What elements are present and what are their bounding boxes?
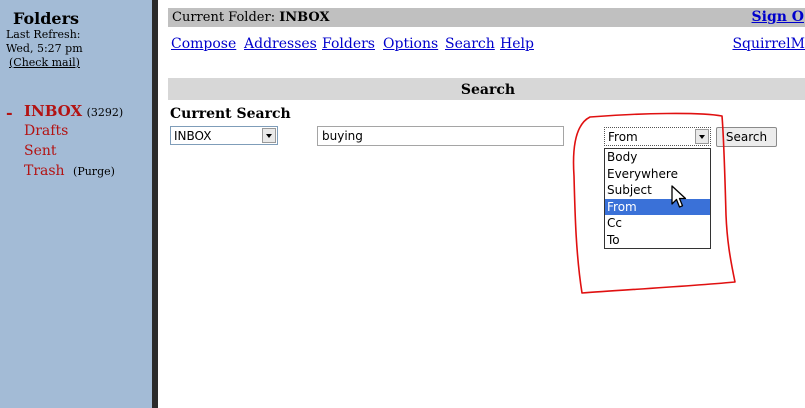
field-select-arrow[interactable]: [695, 129, 709, 144]
folder-select-value: INBOX: [174, 129, 212, 143]
option-from[interactable]: From: [605, 198, 710, 215]
search-query-value: buying: [322, 129, 363, 143]
last-refresh-time: Wed, 5:27 pm: [6, 42, 83, 55]
field-dropdown-list[interactable]: Body Everywhere Subject From Cc To: [604, 148, 711, 249]
folder-inbox-label[interactable]: INBOX: [24, 102, 82, 120]
sidebar-divider: [152, 0, 158, 408]
nav-search[interactable]: Search: [445, 36, 495, 52]
option-to[interactable]: To: [605, 232, 710, 249]
search-header-title: Search: [460, 82, 516, 98]
chevron-down-icon: [266, 133, 272, 138]
squirrelmail-link[interactable]: SquirrelM: [732, 36, 805, 52]
option-subject[interactable]: Subject: [605, 182, 710, 199]
field-select-value: From: [608, 130, 638, 144]
purge-link[interactable]: (Purge): [73, 165, 115, 178]
search-button[interactable]: Search: [716, 127, 777, 147]
folder-inbox-count: (3292): [86, 106, 124, 119]
search-query-input[interactable]: buying: [317, 126, 564, 146]
folder-trash-label[interactable]: Trash: [24, 163, 65, 179]
current-folder-text: Current Folder: INBOX: [172, 10, 330, 25]
folder-select-arrow[interactable]: [262, 128, 276, 143]
nav-folders[interactable]: Folders: [322, 36, 375, 52]
search-section-header: Search: [168, 78, 805, 100]
nav-compose[interactable]: Compose: [171, 36, 236, 52]
nav-addresses[interactable]: Addresses: [244, 36, 317, 52]
folder-sidebar: Folders Last Refresh: Wed, 5:27 pm (Chec…: [0, 0, 152, 408]
current-folder-bar: Current Folder: INBOX Sign O: [168, 8, 805, 27]
current-folder-name: INBOX: [279, 10, 330, 25]
folder-trash[interactable]: Trash (Purge): [24, 163, 115, 179]
mouse-pointer-icon: [671, 185, 687, 208]
last-refresh-label: Last Refresh:: [6, 28, 81, 41]
current-search-label: Current Search: [170, 106, 291, 122]
folder-sent[interactable]: Sent: [24, 143, 57, 159]
nav-help[interactable]: Help: [500, 36, 534, 52]
chevron-down-icon: [699, 134, 705, 139]
folder-select[interactable]: INBOX: [170, 126, 278, 145]
sign-out-link[interactable]: Sign O: [752, 9, 804, 25]
nav-options[interactable]: Options: [383, 36, 438, 52]
field-select[interactable]: From: [604, 127, 711, 146]
option-everywhere[interactable]: Everywhere: [605, 166, 710, 183]
folder-drafts[interactable]: Drafts: [24, 123, 68, 139]
check-mail-link[interactable]: (Check mail): [9, 57, 80, 69]
folder-inbox[interactable]: INBOX (3292): [24, 102, 123, 120]
option-body[interactable]: Body: [605, 149, 710, 166]
option-cc[interactable]: Cc: [605, 215, 710, 232]
expand-dash-icon: -: [6, 103, 13, 122]
current-folder-label: Current Folder:: [172, 10, 276, 25]
folders-title: Folders: [13, 9, 80, 28]
